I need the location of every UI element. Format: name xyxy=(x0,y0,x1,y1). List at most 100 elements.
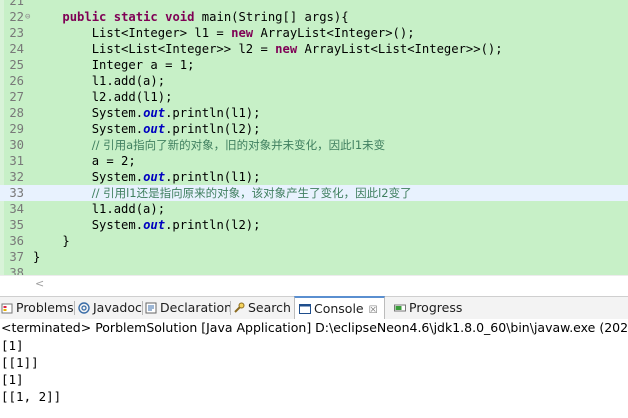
tab-progress-label: Progress xyxy=(409,300,463,315)
tab-declaration-label: Declaration xyxy=(160,300,233,315)
console-output[interactable]: [1] [[1]] [1] [[1, 2]] xyxy=(0,337,628,405)
code-line[interactable]: 24 List<List<Integer>> l2 = new ArrayLis… xyxy=(0,41,628,57)
code-lines: 21 22 ⊖ public static void main(String[] a… xyxy=(0,0,628,275)
tab-javadoc-label: Javadoc xyxy=(93,300,142,315)
tab-progress[interactable]: Progress xyxy=(394,297,462,319)
code-text: // 引用a指向了新的对象，旧的对象并未变化，因此l1未变 xyxy=(33,137,385,153)
keyword-token: static xyxy=(113,10,158,24)
line-number: 22 xyxy=(9,10,24,24)
code-line[interactable]: 37} xyxy=(0,249,628,265)
code-text: } xyxy=(33,249,40,265)
comment-token: // 引用a指向了新的对象，旧的对象并未变化，因此l1未变 xyxy=(91,138,386,152)
line-number: 21 xyxy=(9,0,24,8)
code-line[interactable]: 38 xyxy=(0,265,628,275)
code-line[interactable]: 26 l1.add(a); xyxy=(0,73,628,89)
code-token: System. xyxy=(33,106,144,120)
bottom-panel-tabbar: Problems Javadoc Declaration Search Cons… xyxy=(0,296,628,320)
code-line[interactable]: 31 a = 2; xyxy=(0,153,628,169)
code-token: l2.add(l1); xyxy=(33,90,173,104)
tab-divider xyxy=(74,301,75,315)
keyword-token: new xyxy=(275,42,298,56)
code-line[interactable]: 30 // 引用a指向了新的对象，旧的对象并未变化，因此l1未变 xyxy=(0,137,628,153)
code-editor[interactable]: 21 22 ⊖ public static void main(String[] a… xyxy=(0,0,628,275)
code-token: System. xyxy=(33,218,144,232)
line-number: 32 xyxy=(9,170,24,184)
code-line[interactable]: 29 System.out.println(l2); xyxy=(0,121,628,137)
line-number: 26 xyxy=(9,74,24,88)
code-token: l1.add(a); xyxy=(33,74,166,88)
line-number: 34 xyxy=(9,202,24,216)
tab-divider xyxy=(230,301,231,315)
code-text: } xyxy=(33,233,70,249)
code-text: List<List<Integer>> l2 = new ArrayList<L… xyxy=(33,41,503,57)
tab-search-label: Search xyxy=(248,300,291,315)
line-number: 29 xyxy=(9,122,24,136)
tab-declaration[interactable]: Declaration xyxy=(145,297,232,319)
close-icon[interactable]: ☒ xyxy=(369,305,378,316)
keyword-token: public xyxy=(62,10,107,24)
field-token: out xyxy=(143,170,166,184)
tab-problems-label: Problems xyxy=(16,300,74,315)
code-line[interactable]: 36 } xyxy=(0,233,628,249)
line-number: 25 xyxy=(9,58,24,72)
tab-javadoc[interactable]: Javadoc xyxy=(78,297,142,319)
code-text: a = 2; xyxy=(33,153,136,169)
code-text: // 引用l1还是指向原来的对象，该对象产生了变化，因此l2变了 xyxy=(33,185,412,201)
console-output-line: [1] xyxy=(1,338,24,353)
line-number: 27 xyxy=(9,90,24,104)
line-number: 37 xyxy=(9,250,24,264)
code-text: l1.add(a); xyxy=(33,201,165,217)
comment-token: // 引用l1还是指向原来的对象，该对象产生了变化，因此l2变了 xyxy=(91,186,412,200)
line-number: 33 xyxy=(9,186,24,200)
code-token: ArrayList<List<Integer>>(); xyxy=(297,42,503,56)
code-token: } xyxy=(33,234,70,248)
code-line[interactable]: 25 Integer a = 1; xyxy=(0,57,628,73)
code-text: Integer a = 1; xyxy=(33,57,195,73)
code-line[interactable]: 21 xyxy=(0,0,628,9)
search-flashlight-icon xyxy=(234,302,245,313)
code-line[interactable]: 34 l1.add(a); xyxy=(0,201,628,217)
code-text: public static void main(String[] args){ xyxy=(33,9,348,25)
keyword-token: new xyxy=(231,26,254,40)
console-output-line: [[1]] xyxy=(1,355,39,370)
tab-divider xyxy=(142,301,143,315)
code-token: l1.add(a); xyxy=(33,202,166,216)
code-line[interactable]: 32 System.out.println(l1); xyxy=(0,169,628,185)
code-token: .println(l2); xyxy=(165,122,261,136)
line-number: 30 xyxy=(9,138,24,152)
code-token: .println(l1); xyxy=(165,106,261,120)
code-line[interactable]: 22 ⊖ public static void main(String[] arg… xyxy=(0,9,628,25)
declaration-icon xyxy=(145,302,157,314)
code-token: .println(l2); xyxy=(165,218,261,232)
tab-console[interactable]: Console ☒ xyxy=(294,296,385,320)
line-number: 35 xyxy=(9,218,24,232)
code-text: List<Integer> l1 = new ArrayList<Integer… xyxy=(33,25,415,41)
scroll-left-arrow-icon[interactable]: < xyxy=(35,277,44,290)
console-output-line: [1] xyxy=(1,372,24,387)
code-text: System.out.println(l2); xyxy=(33,121,261,137)
tab-console-label: Console xyxy=(314,301,364,316)
code-line[interactable]: 27 l2.add(l1); xyxy=(0,89,628,105)
code-token: a = 2; xyxy=(33,154,136,168)
code-line[interactable]: 33 // 引用l1还是指向原来的对象，该对象产生了变化，因此l2变了 xyxy=(0,185,628,201)
field-token: out xyxy=(143,106,166,120)
code-line[interactable]: 28 System.out.println(l1); xyxy=(0,105,628,121)
fold-toggle-icon[interactable]: ⊖ xyxy=(25,9,30,25)
code-line[interactable]: 35 System.out.println(l2); xyxy=(0,217,628,233)
code-token: Integer a = 1; xyxy=(33,58,195,72)
code-line[interactable]: 23 List<Integer> l1 = new ArrayList<Inte… xyxy=(0,25,628,41)
code-text: System.out.println(l1); xyxy=(33,105,261,121)
line-number: 23 xyxy=(9,26,24,40)
field-token: out xyxy=(143,122,166,136)
line-number: 24 xyxy=(9,42,24,56)
field-token: out xyxy=(143,218,166,232)
tab-problems[interactable]: Problems xyxy=(1,297,74,319)
tab-search[interactable]: Search xyxy=(233,297,291,319)
code-text: System.out.println(l1); xyxy=(33,169,261,185)
editor-horizontal-scrollbar[interactable]: < xyxy=(0,275,628,293)
keyword-token: void xyxy=(165,10,195,24)
line-number: 38 xyxy=(9,266,24,275)
